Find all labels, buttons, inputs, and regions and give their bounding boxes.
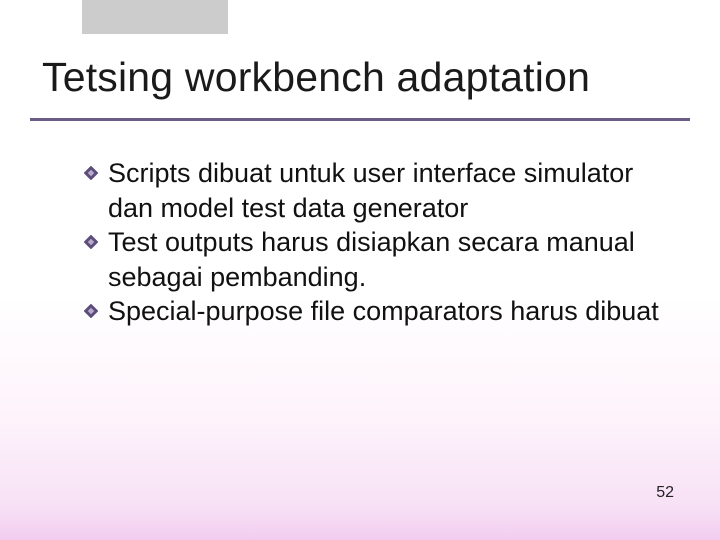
list-item: Scripts dibuat untuk user interface simu… <box>84 156 678 225</box>
list-item-text: Special-purpose file comparators harus d… <box>108 296 659 326</box>
slide-title: Tetsing workbench adaptation <box>42 54 590 101</box>
list-item-text: Test outputs harus disiapkan secara manu… <box>108 227 635 292</box>
title-underline <box>30 118 690 121</box>
diamond-bullet-icon <box>84 166 98 180</box>
list-item: Test outputs harus disiapkan secara manu… <box>84 225 678 294</box>
decorative-top-block <box>82 0 228 34</box>
list-item-text: Scripts dibuat untuk user interface simu… <box>108 158 633 223</box>
diamond-bullet-icon <box>84 304 98 318</box>
diamond-bullet-icon <box>84 235 98 249</box>
bullet-list: Scripts dibuat untuk user interface simu… <box>84 156 678 329</box>
list-item: Special-purpose file comparators harus d… <box>84 294 678 329</box>
page-number: 52 <box>656 484 674 502</box>
